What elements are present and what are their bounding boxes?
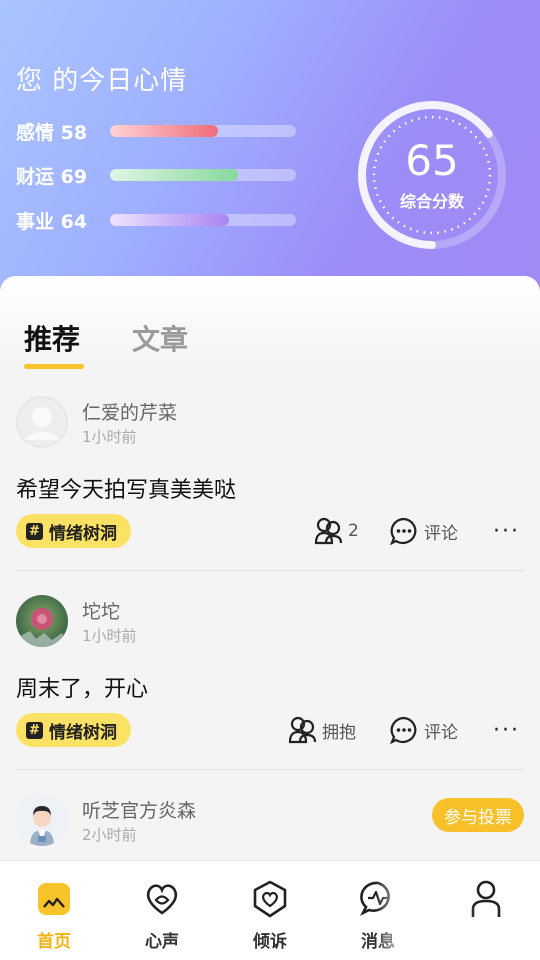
overall-score-label: 综合分数 [399,192,464,211]
comment-button[interactable]: 评论 [388,713,458,747]
love-progress-bar [110,125,296,137]
post-content[interactable]: 周末了，开心 [16,671,148,703]
flower-photo-icon [16,608,68,647]
comment-icon [389,716,417,745]
person-avatar-icon [16,794,68,846]
mood-header: 您 的今日心情 感情 58 财运 69 事业 64 65 综合分数 [0,0,540,300]
overall-score-gauge: 65 综合分数 [355,98,509,252]
hug-button[interactable]: 拥抱 [286,713,356,747]
topic-tag[interactable]: # 情绪树洞 [16,713,131,747]
comment-button[interactable]: 评论 [388,514,458,548]
post-time: 1小时前 [82,627,137,645]
shield-heart-icon [250,879,290,919]
mood-title: 您 的今日心情 [16,66,188,96]
default-avatar-icon [16,396,68,448]
fade-overlay [375,875,475,955]
mood-row-love: 感情 58 [16,116,306,146]
post-username[interactable]: 听芝官方炎森 [82,796,196,823]
vote-button[interactable]: 参与投票 [432,798,524,832]
mood-label-wealth: 财运 69 [16,165,88,188]
career-progress-fill [110,214,230,226]
hashtag-icon: # [26,721,43,739]
mood-row-wealth: 财运 69 [16,160,306,190]
nav-label-voice: 心声 [145,932,179,952]
love-progress-fill [110,125,218,137]
avatar[interactable] [16,396,68,448]
topic-tag[interactable]: # 情绪树洞 [16,514,131,548]
post-username[interactable]: 坨坨 [82,597,120,624]
post-content[interactable]: 希望今天拍写真美美哒 [16,472,236,504]
mood-row-career: 事业 64 [16,205,306,235]
overall-score-value: 65 [405,136,459,185]
mood-label-career: 事业 64 [16,210,88,233]
post-username[interactable]: 仁爱的芹菜 [82,398,177,425]
career-progress-bar [110,214,296,226]
hashtag-icon: # [26,522,43,540]
hug-button[interactable]: 2 [312,514,359,548]
more-options-icon[interactable]: ··· [493,713,520,747]
wealth-progress-fill [110,169,239,181]
avatar[interactable] [16,794,68,846]
more-options-icon[interactable]: ··· [493,514,520,548]
mood-label-love: 感情 58 [16,121,88,144]
heart-icon [142,879,182,919]
divider [16,570,524,571]
hug-icon [288,716,317,744]
hug-icon [314,517,343,545]
tab-articles[interactable]: 文章 [132,318,188,358]
comment-icon [389,517,417,546]
divider [16,769,524,770]
avatar[interactable] [16,595,68,647]
nav-confide[interactable]: 倾诉 [230,879,310,952]
home-icon [34,879,74,919]
nav-label-confide: 倾诉 [253,932,287,952]
feed-panel: 推荐 文章 仁爱的芹菜 1小时前 希望今天拍写真美美哒 # 情绪树洞 2 评论 ·… [0,276,540,876]
post-time: 1小时前 [82,428,137,446]
nav-label-home: 首页 [37,932,71,952]
active-tab-indicator [24,364,84,369]
nav-home[interactable]: 首页 [14,879,94,952]
post-time: 2小时前 [82,826,137,844]
post-card[interactable]: 仁爱的芹菜 1小时前 希望今天拍写真美美哒 # 情绪树洞 2 评论 ··· [16,396,524,571]
post-card[interactable]: 坨坨 1小时前 周末了，开心 # 情绪树洞 拥抱 评论 ··· [16,595,524,770]
wealth-progress-bar [110,169,296,181]
post-card[interactable]: 听芝官方炎森 2小时前 参与投票 [16,794,524,864]
tab-recommend[interactable]: 推荐 [24,318,80,358]
nav-voice[interactable]: 心声 [122,879,202,952]
